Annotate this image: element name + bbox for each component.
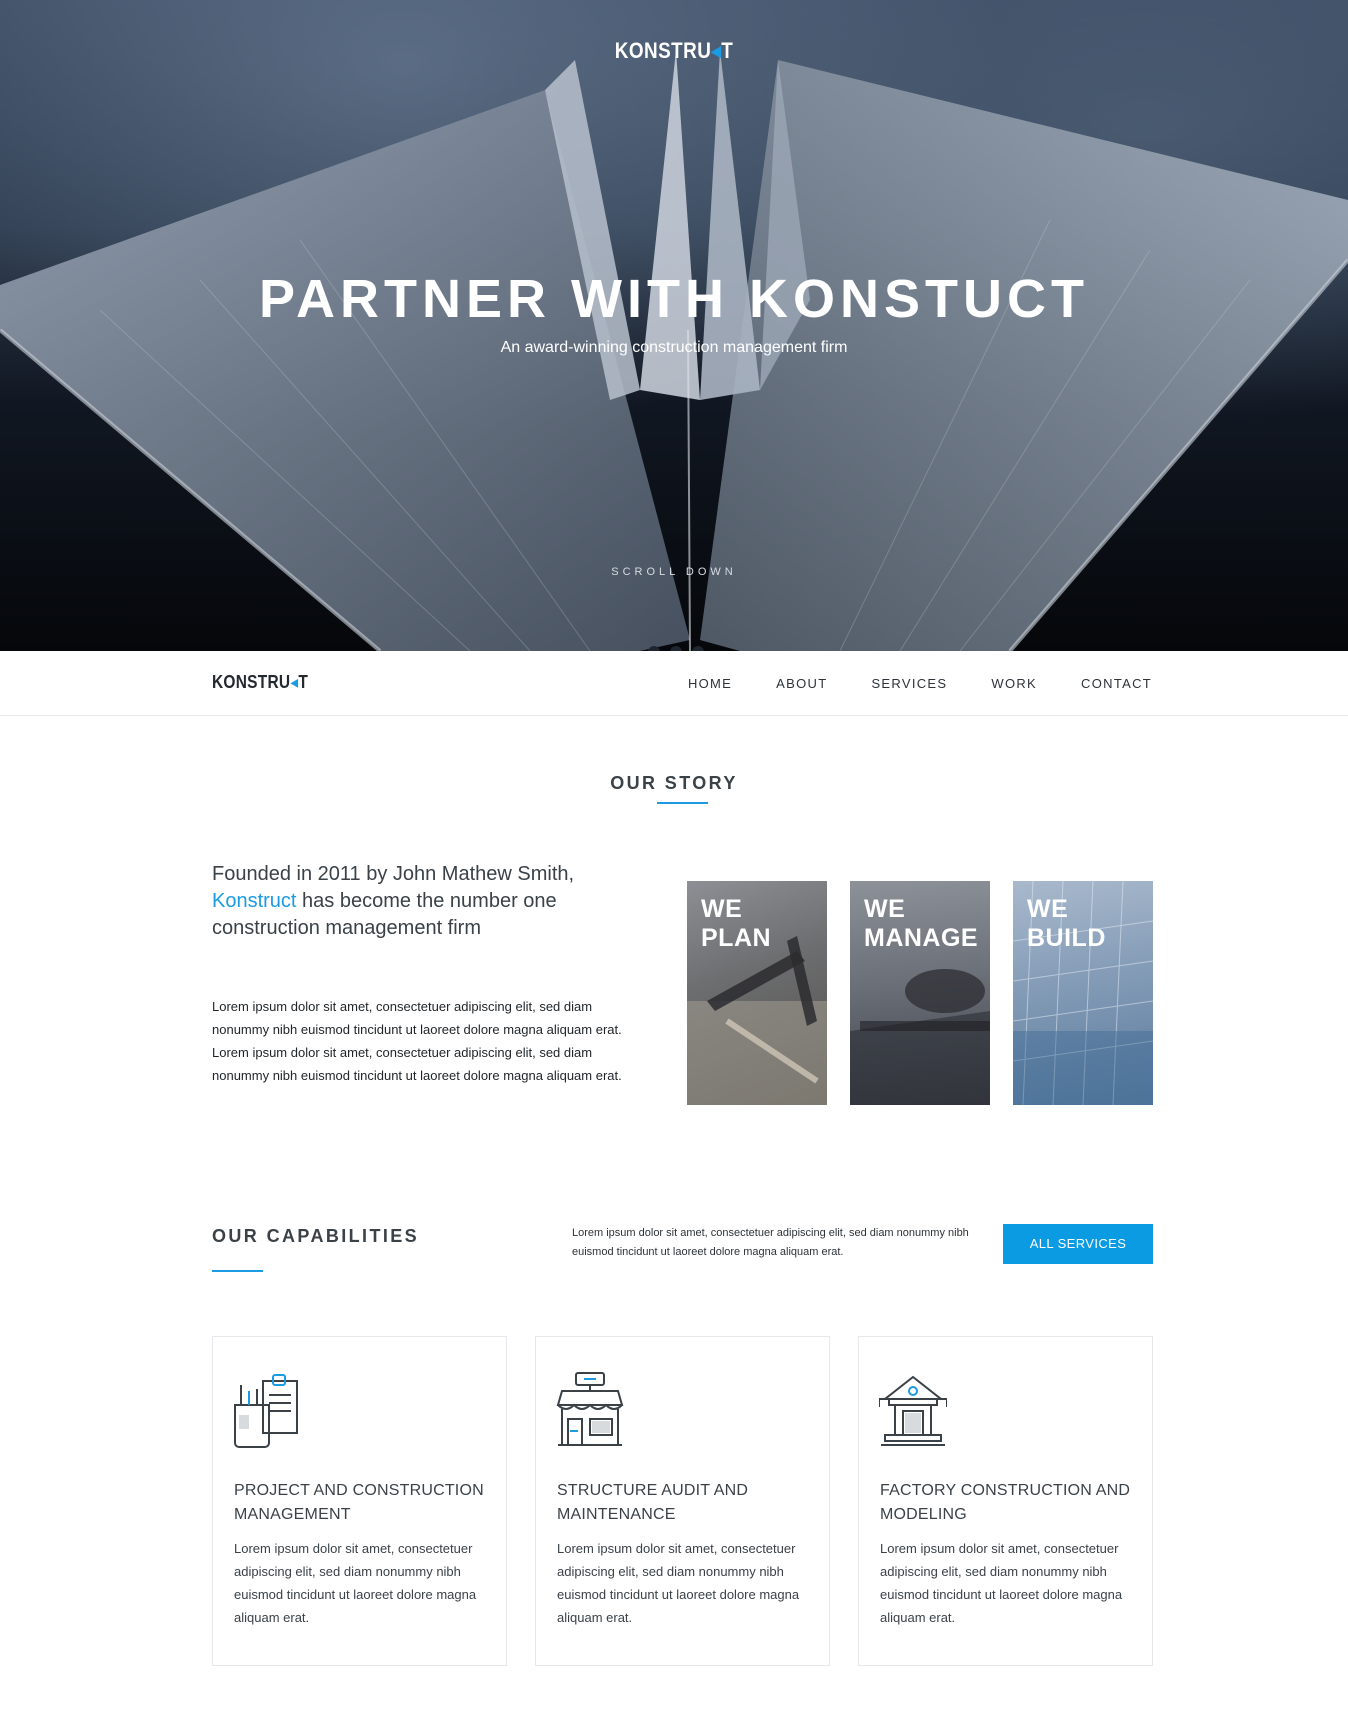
card-title: PROJECT AND CONSTRUCTION MANAGEMENT (234, 1482, 484, 1523)
bank-building-icon (879, 1375, 947, 1446)
main-navbar: KONSTRU◂T HOME ABOUT SERVICES WORK CONTA… (0, 651, 1348, 716)
scroll-down-link[interactable]: SCROLL DOWN (0, 566, 1348, 578)
story-title-underline (657, 802, 708, 804)
tile-we-manage-label: WE MANAGE (864, 895, 978, 953)
hero-section: KONSTRU◂T PARTNER WITH KONSTUCT An award… (0, 0, 1348, 651)
hero-logo-text-end: T (721, 38, 734, 63)
story-body-text: Lorem ipsum dolor sit amet, consectetuer… (212, 999, 622, 1083)
hero-logo-accent: ◂ (711, 38, 722, 63)
nav-link-contact[interactable]: CONTACT (1081, 676, 1152, 691)
all-services-button[interactable]: ALL SERVICES (1003, 1224, 1153, 1264)
tile-label-line: PLAN (701, 924, 772, 952)
nav-logo-text: KONSTRU (212, 672, 291, 692)
card-text: Lorem ipsum dolor sit amet, consectetuer… (880, 1541, 1123, 1625)
card-title: FACTORY CONSTRUCTION AND MODELING (880, 1482, 1131, 1523)
story-lead-part: Founded in 2011 by John Mathew Smith, (212, 863, 575, 885)
nav-link-home[interactable]: HOME (688, 676, 732, 691)
tile-we-build-label: WE BUILD (1027, 895, 1106, 953)
card-text: Lorem ipsum dolor sit amet, consectetuer… (557, 1541, 800, 1625)
nav-link-work[interactable]: WORK (991, 676, 1037, 691)
tile-label-line: WE (701, 895, 743, 923)
hero-subtitle: An award-winning construction management… (500, 339, 848, 356)
capability-card[interactable]: FACTORY CONSTRUCTION AND MODELING Lorem … (858, 1336, 1153, 1666)
story-section-title: OUR STORY (610, 773, 738, 793)
capability-card[interactable]: PROJECT AND CONSTRUCTION MANAGEMENT Lore… (212, 1336, 507, 1666)
tile-we-build[interactable]: WE BUILD (1013, 881, 1153, 1105)
nav-link-services[interactable]: SERVICES (871, 676, 947, 691)
capability-card[interactable]: STRUCTURE AUDIT AND MAINTENANCE Lorem ip… (535, 1336, 830, 1666)
nav-logo-text-end: T (298, 672, 309, 692)
nav-logo[interactable]: KONSTRU◂T (212, 672, 308, 693)
storefront-icon (556, 1372, 624, 1446)
nav-links: HOME ABOUT SERVICES WORK CONTACT (688, 676, 1152, 691)
tile-label-line: WE (1027, 895, 1069, 923)
tile-label-line: MANAGE (864, 924, 979, 952)
tile-we-manage[interactable]: WE MANAGE (850, 881, 990, 1105)
card-title: STRUCTURE AUDIT AND MAINTENANCE (557, 1482, 749, 1523)
capabilities-title-underline (212, 1270, 263, 1272)
tile-we-plan-label: WE PLAN (701, 895, 771, 953)
capabilities-section-title: OUR CAPABILITIES (212, 1226, 420, 1246)
hero-logo-text: KONSTRU (614, 38, 712, 63)
capabilities-description: Lorem ipsum dolor sit amet, consectetuer… (572, 1227, 969, 1258)
tile-label-line: BUILD (1027, 924, 1106, 952)
office-supplies-icon (234, 1374, 298, 1448)
nav-link-about[interactable]: ABOUT (776, 676, 827, 691)
hero-title: PARTNER WITH KONSTUCT (259, 269, 1089, 329)
tile-we-plan[interactable]: WE PLAN (687, 881, 827, 1105)
hero-logo[interactable]: KONSTRU◂T (94, 38, 1253, 64)
tile-label-line: WE (864, 895, 906, 923)
story-lead-brand: Konstruct (212, 890, 297, 912)
card-text: Lorem ipsum dolor sit amet, consectetuer… (234, 1541, 477, 1625)
story-lead-text: Founded in 2011 by John Mathew Smith, Ko… (212, 861, 612, 942)
